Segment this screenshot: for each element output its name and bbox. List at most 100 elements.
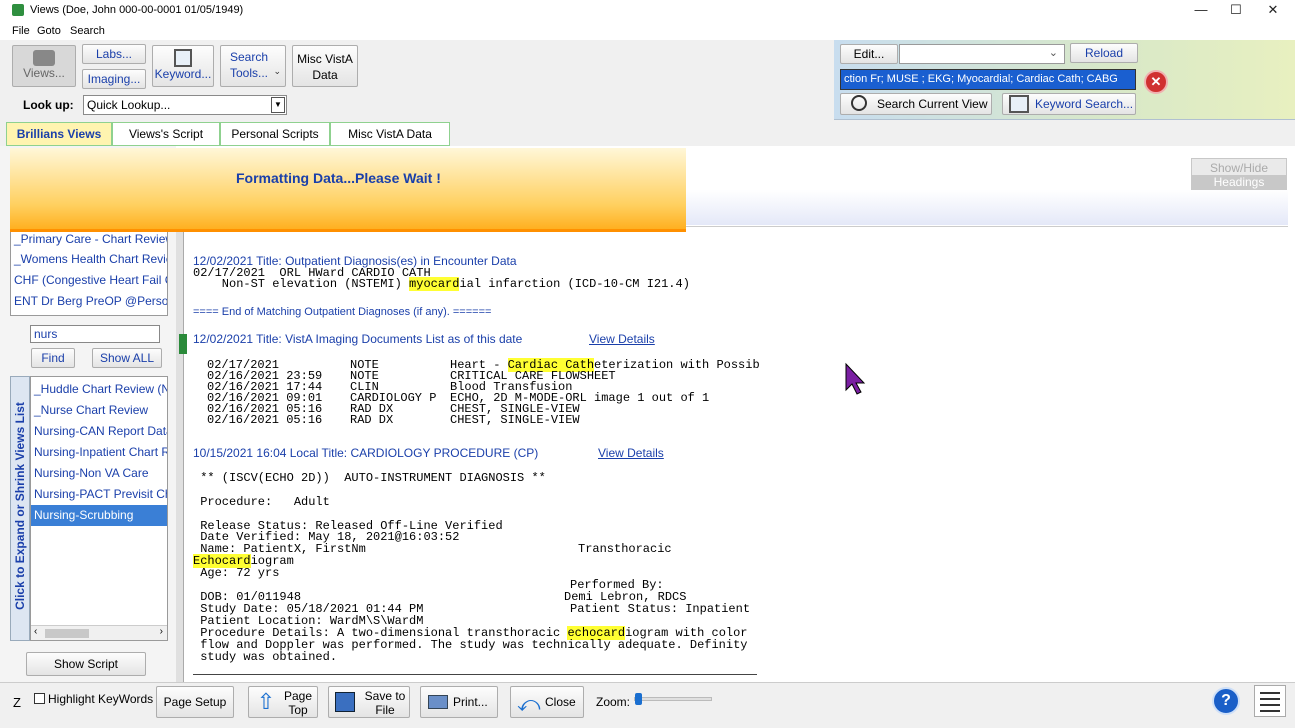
list-item[interactable]: _Primary Care - Chart Review	[11, 229, 167, 249]
edit-button[interactable]: Edit...	[840, 44, 898, 64]
tab-personal-scripts[interactable]: Personal Scripts	[220, 122, 330, 146]
expand-shrink-label: Click to Expand or Shrink Views List	[13, 402, 27, 610]
bottom-toolbar: Z Highlight KeyWords Page Setup ⇧ Page T…	[0, 682, 1295, 728]
view-details-link[interactable]: View Details	[598, 446, 664, 460]
list-item[interactable]: ENT Dr Berg PreOP @Person	[11, 291, 167, 312]
help-icon[interactable]: ?	[1212, 687, 1240, 715]
maximize-button[interactable]: ☐	[1218, 2, 1254, 20]
lookup-select[interactable]: Quick Lookup... ▼	[83, 95, 287, 115]
formatting-banner: Formatting Data...Please Wait !	[10, 148, 686, 232]
highlight-keywords-checkbox[interactable]	[34, 693, 45, 704]
diagnosis-detail: Non-ST elevation (NSTEMI) myocardial inf…	[193, 277, 690, 291]
tab-views-script[interactable]: Views's Script	[112, 122, 220, 146]
z-label: Z	[13, 695, 21, 710]
clear-search-icon[interactable]: ✕	[1144, 70, 1168, 94]
filter-input[interactable]: nurs	[30, 325, 160, 343]
tab-misc-vista-data[interactable]: Misc VistA Data	[330, 122, 450, 146]
list-item[interactable]: Nursing-PACT Previsit Ch	[31, 484, 167, 505]
list-item[interactable]: CHF (Congestive Heart Fail C	[11, 270, 167, 291]
reload-button[interactable]: Reload	[1070, 43, 1138, 63]
keyword-search-button[interactable]: Keyword Search...	[1002, 93, 1136, 115]
list-item[interactable]: Nursing-Inpatient Chart R	[31, 442, 167, 463]
report-line: Age: 72 yrs	[193, 566, 280, 580]
book-icon	[1009, 95, 1029, 113]
divider	[193, 674, 757, 675]
lookup-label: Look up:	[23, 98, 74, 112]
scroll-right-icon[interactable]: ›	[160, 626, 163, 637]
list-item[interactable]: Nursing-CAN Report Data	[31, 421, 167, 442]
minimize-button[interactable]: —	[1183, 2, 1219, 20]
menu-file[interactable]: File	[12, 25, 30, 37]
search-set-select[interactable]: ⌄	[899, 44, 1065, 64]
heading-band	[686, 190, 1288, 225]
chevron-down-icon: ⌄	[1048, 47, 1058, 59]
printer-icon	[428, 695, 448, 709]
page-setup-button[interactable]: Page Setup	[156, 686, 234, 718]
views-icon	[33, 50, 55, 66]
back-arrow-icon: ⤺	[517, 691, 541, 716]
views-button[interactable]: Views...	[12, 45, 76, 87]
keyword-button[interactable]: Keyword...	[152, 45, 214, 87]
save-to-file-button[interactable]: Save to File	[328, 686, 410, 718]
list-menu-icon[interactable]	[1254, 685, 1286, 717]
chevron-down-icon: ⌄	[273, 66, 281, 76]
up-arrow-icon: ⇧	[256, 689, 276, 714]
report-line: study was obtained.	[193, 650, 338, 664]
show-script-button[interactable]: Show Script	[26, 652, 146, 676]
zoom-label: Zoom:	[596, 695, 631, 709]
list-item[interactable]: _Nurse Chart Review	[31, 400, 167, 421]
close-report-button[interactable]: ⤺ Close	[510, 686, 584, 718]
section-title-cardiology: 10/15/2021 16:04 Local Title: CARDIOLOGY…	[193, 446, 539, 460]
search-current-view-button[interactable]: Search Current View	[840, 93, 992, 115]
report-line: Transthoracic	[578, 542, 672, 556]
splitter[interactable]	[176, 232, 184, 682]
menu-bar: File Goto Search	[0, 22, 1295, 40]
window-title: Views (Doe, John 000-00-0001 01/05/1949)	[30, 4, 244, 16]
menu-goto[interactable]: Goto	[37, 25, 61, 37]
keyword-book-icon	[174, 49, 192, 67]
floppy-disk-icon	[335, 692, 355, 712]
formatting-message: Formatting Data...Please Wait !	[236, 170, 441, 186]
expand-shrink-handle[interactable]: Click to Expand or Shrink Views List	[10, 376, 30, 641]
list-item[interactable]: _Womens Health Chart Review	[11, 249, 167, 270]
close-window-button[interactable]: ✕	[1255, 2, 1291, 20]
end-diagnoses-line: ==== End of Matching Outpatient Diagnose…	[193, 306, 492, 318]
keyword-search-input[interactable]: ction Fr; MUSE ; EKG; Myocardial; Cardia…	[840, 69, 1136, 90]
menu-search[interactable]: Search	[70, 25, 105, 37]
labs-button[interactable]: Labs...	[82, 44, 146, 64]
show-hide-headings-button[interactable]: Show/Hide Headings	[1191, 158, 1287, 190]
print-button[interactable]: Print...	[420, 686, 498, 718]
tab-bar: Brillians Views Views's Script Personal …	[0, 120, 1295, 146]
title-bar: Views (Doe, John 000-00-0001 01/05/1949)…	[0, 0, 1295, 22]
search-tools-button[interactable]: Search Tools... ⌄	[220, 45, 286, 87]
report-line: ** (ISCV(ECHO 2D)) AUTO-INSTRUMENT DIAGN…	[193, 471, 546, 485]
report-line: Procedure: Adult	[193, 495, 330, 509]
mouse-cursor-icon	[845, 362, 866, 395]
report-line: Patient Status: Inpatient	[570, 602, 751, 616]
list-item[interactable]: _Huddle Chart Review (N	[31, 379, 167, 400]
misc-vista-data-button[interactable]: Misc VistA Data	[292, 45, 358, 87]
horizontal-scrollbar[interactable]: ‹ ›	[31, 625, 167, 640]
dropdown-arrow-icon: ▼	[271, 97, 285, 113]
scroll-thumb[interactable]	[45, 629, 89, 638]
current-section-marker	[179, 334, 187, 354]
table-row: 02/16/2021 05:16 RAD DX CHEST, SINGLE-VIEW	[207, 413, 580, 427]
search-panel: Edit... ⌄ Reload ction Fr; MUSE ; EKG; M…	[834, 40, 1295, 120]
find-button[interactable]: Find	[31, 348, 75, 368]
list-item[interactable]: Nursing-Non VA Care	[31, 463, 167, 484]
highlight-keywords-label: Highlight KeyWords	[48, 692, 154, 706]
scroll-left-icon[interactable]: ‹	[34, 626, 37, 637]
views-list-top: _Primary Care - Chart Review _Womens Hea…	[10, 228, 168, 316]
zoom-slider-thumb[interactable]	[635, 693, 642, 705]
section-title-imaging: 12/02/2021 Title: VistA Imaging Document…	[193, 332, 523, 346]
imaging-button[interactable]: Imaging...	[82, 69, 146, 89]
zoom-slider[interactable]	[634, 693, 712, 705]
imaging-table: 02/17/2021 NOTE Heart - Cardiac Catheteriz…	[207, 358, 767, 427]
show-all-button[interactable]: Show ALL	[92, 348, 162, 368]
view-details-link[interactable]: View Details	[589, 332, 655, 346]
app-icon	[12, 4, 24, 16]
list-item-selected[interactable]: Nursing-Scrubbing	[31, 505, 167, 526]
tab-brillians-views[interactable]: Brillians Views	[6, 122, 112, 146]
views-list: _Huddle Chart Review (N _Nurse Chart Rev…	[30, 376, 168, 641]
page-top-button[interactable]: ⇧ Page Top	[248, 686, 318, 718]
